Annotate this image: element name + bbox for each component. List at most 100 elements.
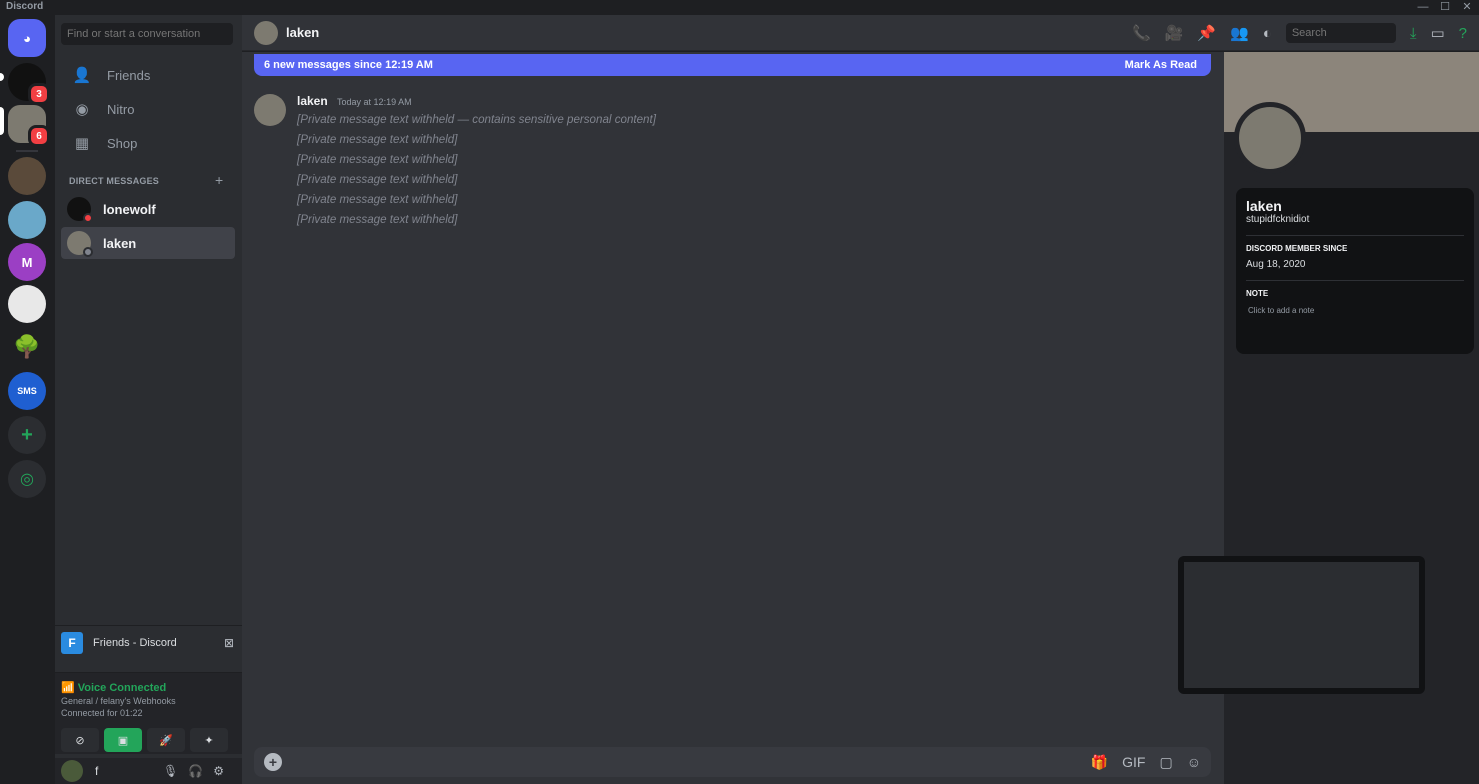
nav-shop[interactable]: ▦ Shop [61,127,235,159]
chat-area: 6 new messages since 12:19 AM Mark As Re… [242,52,1224,784]
message-avatar[interactable] [254,94,286,126]
voice-status: Voice Connected [77,682,167,694]
add-friend-icon[interactable]: 👥 [1230,24,1249,42]
voice-channel[interactable]: General / felany's Webhooks [61,696,236,706]
attach-plus-icon[interactable]: + [264,753,282,771]
maximize-button[interactable]: ☐ [1434,0,1456,15]
gif-icon[interactable]: GIF [1122,754,1145,771]
friends-icon: 👤 [72,67,92,84]
message-paragraph: [Private message text withheld — contain… [297,113,656,126]
guild-server-smspool[interactable]: SMS [8,372,46,410]
search-input[interactable] [1285,23,1396,43]
header-avatar [254,20,278,45]
message-paragraph: [Private message text withheld] [297,213,458,226]
message-composer[interactable]: + 🎁 GIF ▢ ☺ [254,747,1211,777]
pin-icon[interactable]: 📌 [1197,24,1216,42]
user-profile-icon[interactable]: ◐ [1263,25,1272,42]
minimize-button[interactable]: — [1412,0,1434,15]
discord-logo-icon: ◕ [23,30,31,46]
stop-stream-icon[interactable]: ⊠ [224,636,234,650]
member-since-label: DISCORD MEMBER SINCE [1246,244,1348,253]
settings-gear-icon[interactable]: ⚙ [213,764,234,778]
dm-item-laken[interactable]: laken [61,227,235,259]
message-paragraph: [Private message text withheld] [297,153,458,166]
app-name: Discord [6,1,44,12]
inbox-icon[interactable]: ▭ [1430,24,1444,42]
user-panel: f 🎙🎧⚙ [55,758,242,784]
message: laken Today at 12:19 AM [Private message… [254,94,1184,228]
shop-icon: ▦ [74,135,90,152]
help-icon[interactable]: ? [1459,25,1467,42]
guild-server-m[interactable]: M [8,243,46,281]
voice-duration: Connected for 01:22 [61,708,143,718]
soundboard-icon: ✦ [204,734,214,747]
compass-icon: ◎ [20,471,34,488]
soundboard-button[interactable]: ✦ [190,728,228,752]
emoji-icon[interactable]: ☺ [1187,754,1201,771]
guild-dm-lonewolf[interactable]: 3 [8,63,50,105]
video-call-icon[interactable]: 🎥 [1165,24,1184,42]
avatar [67,197,93,223]
headphones-icon[interactable]: 🎧 [188,764,213,778]
dm-section-title: DIRECT MESSAGES [69,176,160,186]
user-name: f [95,764,99,778]
guild-server-tree[interactable]: 🌳 [8,328,46,366]
profile-username: stupidfcknidiot [1246,214,1310,225]
stream-panel: F Friends - Discord ⊠ [55,625,242,660]
stream-app-icon: F [61,632,83,654]
profile-display-name: laken [1246,198,1282,214]
profile-avatar[interactable] [1234,102,1306,174]
voice-panel: 📶 Voice Connected General / felany's Web… [55,672,242,754]
server-list: ◕ 3 6 M 🌳 SMS + ◎ [0,15,55,784]
create-dm-button[interactable]: + [215,172,223,188]
guild-server-1[interactable] [8,157,46,195]
guild-server-2[interactable] [8,201,46,239]
conversation-search-input[interactable] [61,23,233,45]
discover-button[interactable]: ◎ [8,460,46,498]
nav-friends[interactable]: 👤 Friends [61,59,235,91]
home-button[interactable]: ◕ [8,19,46,57]
mark-as-read-button[interactable]: Mark As Read [1125,59,1197,71]
nitro-icon: ◉ [75,101,89,118]
camera-toggle-button[interactable]: ⊘ [61,728,99,752]
signal-icon: 📶 [61,682,78,694]
message-paragraph: [Private message text withheld] [297,133,458,146]
user-avatar[interactable] [61,760,83,782]
guild-separator [16,150,38,152]
add-server-button[interactable]: + [8,416,46,454]
plus-icon: + [21,423,33,446]
message-paragraph: [Private message text withheld] [297,193,458,206]
stream-title: Friends - Discord [93,637,177,649]
offline-status-icon [83,247,93,257]
sticker-icon[interactable]: ▢ [1159,754,1172,771]
dm-item-lonewolf[interactable]: lonewolf [61,193,235,225]
activity-button[interactable]: 🚀 [147,728,185,752]
download-icon[interactable]: ⤓ [1410,25,1417,42]
microphone-icon[interactable]: 🎙 [163,764,188,778]
stream-preview-pip[interactable] [1178,556,1425,694]
guild-dm-laken[interactable]: 6 [8,105,50,147]
channel-header: laken 📞 🎥 📌 👥 ◐ ⤓ ▭ ? [242,15,1479,51]
new-messages-text: 6 new messages since 12:19 AM [264,59,433,71]
message-paragraph: [Private message text withheld] [297,173,458,186]
gift-icon[interactable]: 🎁 [1091,754,1108,771]
dm-sidebar: 👤Friends ◉Nitro ▦Shop DIRECT MESSAGES + … [55,15,242,784]
voice-call-icon[interactable]: 📞 [1132,24,1151,42]
close-button[interactable]: ✕ [1456,0,1478,15]
screen-share-button[interactable]: ▣ [104,728,142,752]
title-bar: Discord — ☐ ✕ [0,0,1479,15]
message-timestamp: Today at 12:19 AM [337,97,412,107]
guild-server-3[interactable] [8,285,46,323]
channel-title: laken [286,25,320,40]
profile-card: laken stupidfcknidiot DISCORD MEMBER SIN… [1236,188,1474,354]
dnd-status-icon [83,213,93,223]
avatar [67,231,93,257]
unread-badge: 3 [28,83,50,105]
selected-pill [0,107,4,135]
note-label: NOTE [1246,289,1269,298]
message-author[interactable]: laken [297,94,328,108]
new-messages-bar[interactable]: 6 new messages since 12:19 AM Mark As Re… [254,54,1211,76]
nav-nitro[interactable]: ◉ Nitro [61,93,235,125]
note-input[interactable]: Click to add a note [1248,306,1464,315]
camera-off-icon: ⊘ [75,734,85,747]
